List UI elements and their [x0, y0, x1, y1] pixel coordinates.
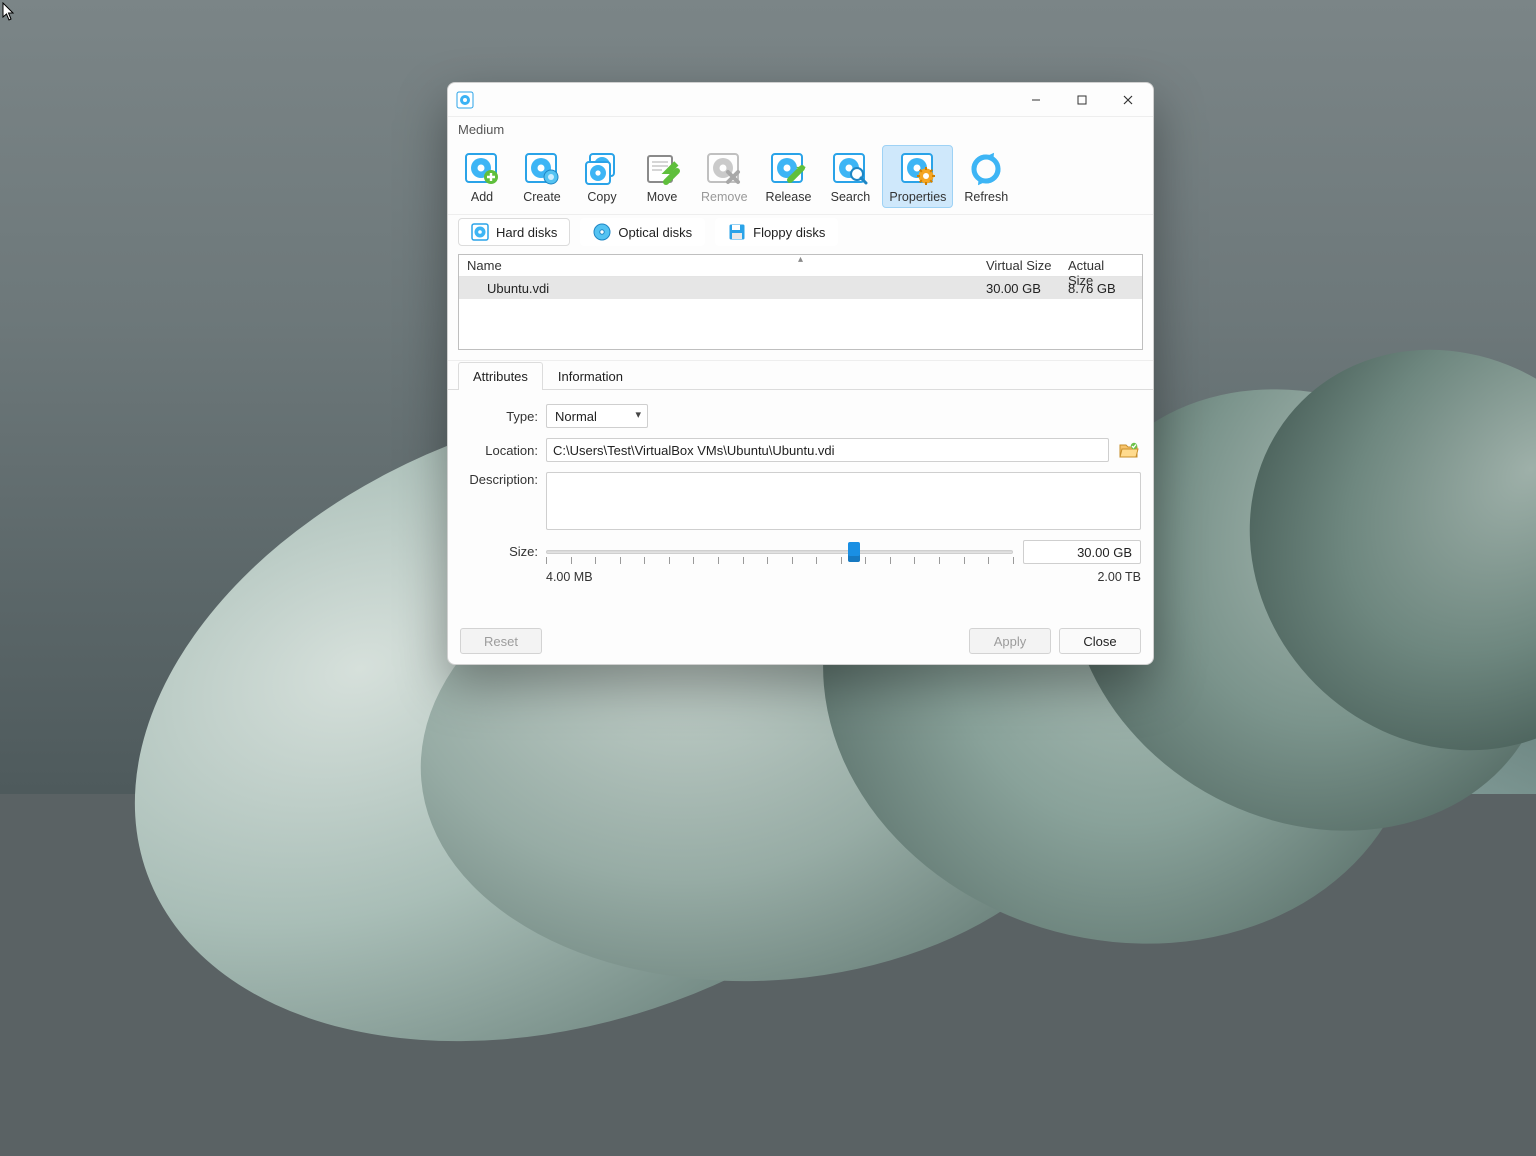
refresh-button[interactable]: Refresh — [957, 145, 1015, 208]
list-row[interactable]: Ubuntu.vdi 30.00 GB 8.76 GB — [459, 277, 1142, 299]
location-label: Location: — [460, 443, 538, 458]
optical-disk-icon — [593, 223, 611, 241]
tab-attributes[interactable]: Attributes — [458, 362, 543, 390]
move-button[interactable]: Move — [634, 145, 690, 208]
apply-button: Apply — [969, 628, 1051, 654]
disk-add-icon — [462, 150, 502, 188]
remove-button: Remove — [694, 145, 755, 208]
column-header-name[interactable]: Name — [459, 255, 978, 276]
size-min-label: 4.00 MB — [546, 570, 593, 584]
location-input[interactable]: C:\Users\Test\VirtualBox VMs\Ubuntu\Ubun… — [546, 438, 1109, 462]
description-input[interactable] — [546, 472, 1141, 530]
disk-create-icon — [522, 150, 562, 188]
reset-button: Reset — [460, 628, 542, 654]
toolbar-label: Add — [471, 190, 493, 204]
maximize-button[interactable] — [1059, 83, 1105, 117]
disk-release-icon — [768, 150, 808, 188]
virtual-media-manager-window: Medium Add Create Copy Move — [447, 82, 1154, 665]
toolbar-label: Refresh — [964, 190, 1008, 204]
toolbar-label: Release — [766, 190, 812, 204]
tab-information[interactable]: Information — [543, 362, 638, 390]
app-icon — [456, 91, 474, 109]
tab-optical-disks[interactable]: Optical disks — [580, 218, 705, 246]
disk-remove-icon — [704, 150, 744, 188]
size-max-label: 2.00 TB — [1097, 570, 1141, 584]
release-button[interactable]: Release — [759, 145, 819, 208]
dialog-footer: Reset Apply Close — [448, 618, 1153, 664]
refresh-icon — [966, 150, 1006, 188]
media-list: ▴ Name Virtual Size Actual Size Ubuntu.v… — [458, 254, 1143, 350]
add-button[interactable]: Add — [454, 145, 510, 208]
toolbar-label: Copy — [587, 190, 616, 204]
slider-track — [546, 550, 1013, 554]
create-button[interactable]: Create — [514, 145, 570, 208]
properties-button[interactable]: Properties — [882, 145, 953, 208]
size-value: 30.00 GB — [1077, 545, 1132, 560]
slider-ticks — [546, 557, 1013, 567]
disk-search-icon — [830, 150, 870, 188]
location-value: C:\Users\Test\VirtualBox VMs\Ubuntu\Ubun… — [553, 443, 835, 458]
media-type-tabs: Hard disks Optical disks Floppy disks — [448, 215, 1153, 254]
slider-thumb[interactable] — [848, 542, 860, 562]
toolbar-label: Remove — [701, 190, 748, 204]
minimize-button[interactable] — [1013, 83, 1059, 117]
description-label: Description: — [460, 472, 538, 487]
size-slider[interactable] — [546, 543, 1013, 561]
size-label: Size: — [460, 544, 538, 559]
folder-open-icon — [1119, 441, 1139, 459]
floppy-disk-icon — [728, 223, 746, 241]
browse-location-button[interactable] — [1117, 438, 1141, 462]
type-label: Type: — [460, 409, 538, 424]
sort-caret-up-icon: ▴ — [798, 254, 803, 265]
type-select[interactable]: Normal — [546, 404, 648, 428]
cell-virtual-size: 30.00 GB — [978, 281, 1060, 296]
toolbar-label: Move — [647, 190, 678, 204]
disk-move-icon — [642, 150, 682, 188]
tab-hard-disks[interactable]: Hard disks — [458, 218, 570, 246]
column-header-actual-size[interactable]: Actual Size — [1060, 255, 1142, 276]
toolbar-label: Search — [831, 190, 871, 204]
titlebar — [448, 83, 1153, 117]
tab-label: Hard disks — [496, 225, 557, 240]
close-button[interactable] — [1105, 83, 1151, 117]
copy-button[interactable]: Copy — [574, 145, 630, 208]
disk-copy-icon — [582, 150, 622, 188]
cell-name: Ubuntu.vdi — [459, 281, 978, 296]
size-value-input[interactable]: 30.00 GB — [1023, 540, 1141, 564]
tab-floppy-disks[interactable]: Floppy disks — [715, 218, 838, 246]
list-header: ▴ Name Virtual Size Actual Size — [459, 255, 1142, 277]
menubar: Medium — [448, 117, 1153, 141]
properties-panel: Attributes Information Type: Normal Loca… — [448, 360, 1153, 664]
type-select-value: Normal — [555, 409, 597, 424]
close-dialog-button[interactable]: Close — [1059, 628, 1141, 654]
toolbar: Add Create Copy Move Remove — [448, 141, 1153, 215]
hard-disk-icon — [471, 223, 489, 241]
column-header-virtual-size[interactable]: Virtual Size — [978, 255, 1060, 276]
menu-medium[interactable]: Medium — [458, 122, 504, 137]
toolbar-label: Properties — [889, 190, 946, 204]
disk-properties-icon — [898, 150, 938, 188]
tab-label: Optical disks — [618, 225, 692, 240]
toolbar-label: Create — [523, 190, 561, 204]
tab-label: Floppy disks — [753, 225, 825, 240]
search-button[interactable]: Search — [822, 145, 878, 208]
